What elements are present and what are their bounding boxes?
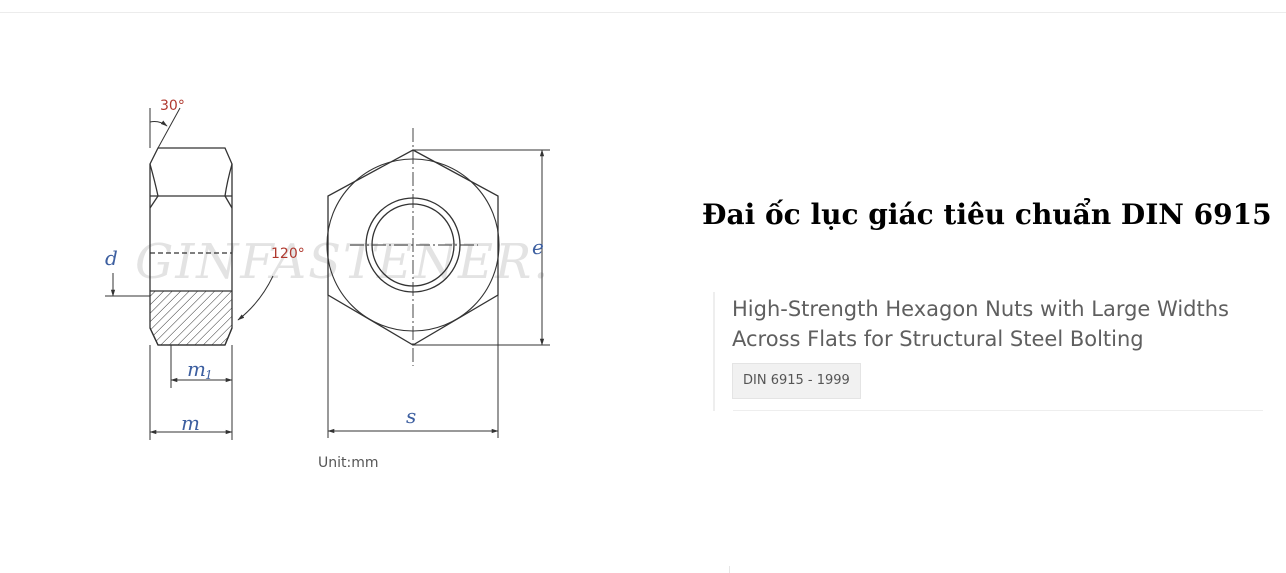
top-divider bbox=[0, 12, 1286, 13]
bottom-divider bbox=[729, 566, 730, 573]
m1-label: m bbox=[187, 357, 206, 381]
m1-subscript: 1 bbox=[205, 368, 213, 382]
card-divider bbox=[733, 410, 1263, 411]
face-angle-label: 120° bbox=[271, 246, 305, 262]
standard-info-card: High-Strength Hexagon Nuts with Large Wi… bbox=[713, 292, 1263, 411]
page-title: Đai ốc lục giác tiêu chuẩn DIN 6915 bbox=[702, 198, 1272, 231]
e-label: e bbox=[532, 235, 544, 259]
side-view-chamfer-curve bbox=[149, 163, 159, 197]
standard-description: High-Strength Hexagon Nuts with Large Wi… bbox=[732, 297, 1229, 351]
unit-label: Unit:mm bbox=[318, 455, 379, 471]
m-label: m bbox=[181, 411, 200, 435]
hex-nut-technical-drawing: GINFASTENER. 30° 120° d e s m m 1 bbox=[105, 98, 550, 440]
section-hatch bbox=[150, 291, 232, 328]
standard-badge: DIN 6915 - 1999 bbox=[732, 363, 861, 399]
chamfer-angle-label: 30° bbox=[160, 98, 185, 114]
s-label: s bbox=[406, 404, 416, 428]
d-label: d bbox=[105, 246, 118, 270]
watermark-text: GINFASTENER. bbox=[135, 234, 550, 290]
